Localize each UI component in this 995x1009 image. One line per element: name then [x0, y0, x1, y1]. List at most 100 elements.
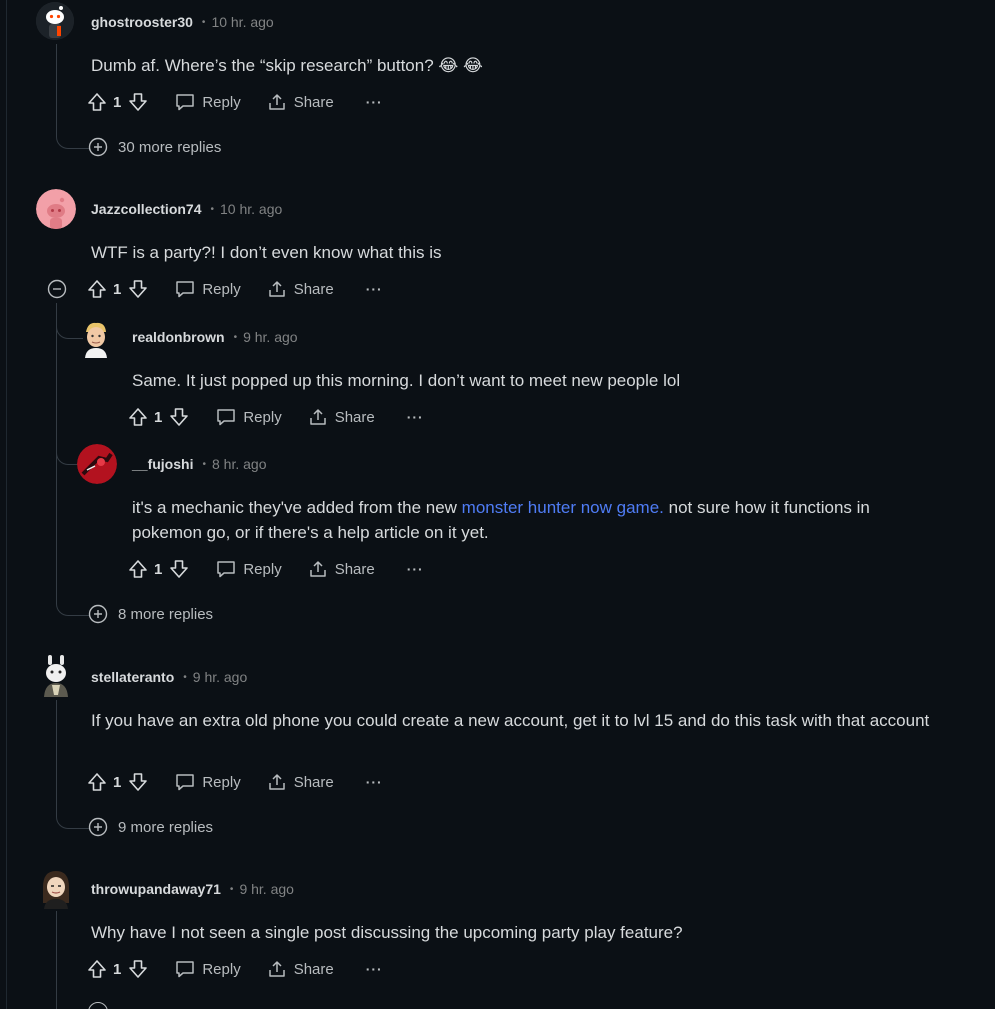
more-replies-label: 30 more replies [118, 138, 222, 156]
comment-body: it's a mechanic they've added from the n… [132, 495, 932, 545]
thread-connector [56, 601, 89, 616]
avatar[interactable] [36, 2, 74, 40]
vote-score: 1 [154, 560, 163, 578]
share-button[interactable]: Share [308, 559, 375, 579]
more-replies-link[interactable]: 30 more replies [88, 137, 221, 157]
snoo-avatar-icon [36, 2, 74, 40]
user-avatar-icon [44, 655, 68, 697]
upvote-icon[interactable] [86, 958, 108, 980]
more-options-button[interactable]: ··· [366, 281, 383, 297]
expand-icon [88, 604, 108, 624]
share-label: Share [293, 773, 334, 791]
reply-button[interactable]: Reply [216, 408, 282, 426]
more-replies-link[interactable]: 9 more replies [88, 817, 213, 837]
comment-body: WTF is a party?! I don’t even know what … [91, 243, 442, 262]
downvote-icon[interactable] [127, 958, 149, 980]
share-button[interactable]: Share [267, 279, 334, 299]
timestamp[interactable]: 10 hr. ago [211, 14, 273, 30]
username[interactable]: __fujoshi [132, 456, 193, 472]
reply-icon [216, 560, 236, 578]
comment-thread: ghostrooster30 • 10 hr. ago Dumb af. Whe… [0, 0, 995, 1009]
avatar[interactable] [80, 320, 112, 358]
more-options-button[interactable]: ··· [407, 561, 424, 577]
share-icon [267, 772, 287, 792]
comment-actions: 1 Reply Share ··· [127, 555, 424, 583]
timestamp[interactable]: 9 hr. ago [239, 881, 294, 897]
reply-button[interactable]: Reply [175, 93, 241, 111]
reply-button[interactable]: Reply [175, 280, 241, 298]
meta-separator: • [229, 883, 234, 895]
vote-score: 1 [113, 280, 122, 298]
expand-icon[interactable] [88, 1002, 108, 1009]
share-label: Share [334, 560, 375, 578]
share-icon [308, 407, 328, 427]
comment-body: If you have an extra old phone you could… [91, 711, 930, 730]
reply-button[interactable]: Reply [175, 773, 241, 791]
downvote-icon[interactable] [127, 91, 149, 113]
upvote-icon[interactable] [127, 558, 149, 580]
reply-label: Reply [202, 93, 241, 111]
comment-actions: 1 Reply Share ··· [127, 403, 424, 431]
more-options-button[interactable]: ··· [366, 774, 383, 790]
avatar[interactable] [77, 444, 117, 484]
snoo-avatar-icon [36, 189, 76, 229]
expand-icon [88, 817, 108, 837]
avatar[interactable] [38, 867, 74, 909]
more-options-button[interactable]: ··· [407, 409, 424, 425]
share-label: Share [334, 408, 375, 426]
comment-body: Dumb af. Where’s the “skip research” but… [91, 56, 483, 75]
downvote-icon[interactable] [168, 558, 190, 580]
page-edge-divider [6, 0, 7, 1009]
more-replies-link[interactable]: 8 more replies [88, 604, 213, 624]
comment-body: Why have I not seen a single post discus… [91, 923, 683, 942]
username[interactable]: realdonbrown [132, 329, 225, 345]
comment-meta: stellateranto • 9 hr. ago [91, 667, 247, 687]
share-button[interactable]: Share [308, 407, 375, 427]
upvote-icon[interactable] [86, 278, 108, 300]
expand-icon [88, 137, 108, 157]
comment-link[interactable]: monster hunter now game. [462, 498, 664, 517]
share-button[interactable]: Share [267, 92, 334, 112]
reply-button[interactable]: Reply [175, 960, 241, 978]
username[interactable]: Jazzcollection74 [91, 201, 202, 217]
meta-separator: • [233, 331, 238, 343]
share-button[interactable]: Share [267, 772, 334, 792]
timestamp[interactable]: 9 hr. ago [193, 669, 248, 685]
avatar[interactable] [38, 655, 74, 697]
user-avatar-icon [77, 444, 117, 484]
collapse-thread-icon[interactable] [47, 279, 67, 304]
timestamp[interactable]: 8 hr. ago [212, 456, 267, 472]
avatar[interactable] [36, 189, 76, 229]
username[interactable]: throwupandaway71 [91, 881, 221, 897]
meta-separator: • [183, 671, 187, 683]
reply-label: Reply [202, 960, 241, 978]
upvote-icon[interactable] [86, 771, 108, 793]
vote-score: 1 [113, 960, 122, 978]
reply-icon [175, 960, 195, 978]
timestamp[interactable]: 9 hr. ago [243, 329, 298, 345]
reply-label: Reply [243, 408, 282, 426]
timestamp[interactable]: 10 hr. ago [220, 201, 282, 217]
thread-line [56, 700, 57, 814]
meta-separator: • [201, 16, 206, 28]
upvote-icon[interactable] [86, 91, 108, 113]
upvote-icon[interactable] [127, 406, 149, 428]
reply-label: Reply [202, 280, 241, 298]
more-options-button[interactable]: ··· [366, 961, 383, 977]
reply-button[interactable]: Reply [216, 560, 282, 578]
more-options-button[interactable]: ··· [366, 94, 383, 110]
username[interactable]: ghostrooster30 [91, 14, 193, 30]
comment-meta: Jazzcollection74 • 10 hr. ago [91, 199, 282, 219]
share-button[interactable]: Share [267, 959, 334, 979]
reply-label: Reply [202, 773, 241, 791]
downvote-icon[interactable] [127, 278, 149, 300]
thread-line [56, 911, 57, 1009]
share-label: Share [293, 280, 334, 298]
downvote-icon[interactable] [127, 771, 149, 793]
share-icon [267, 92, 287, 112]
username[interactable]: stellateranto [91, 669, 174, 685]
downvote-icon[interactable] [168, 406, 190, 428]
comment-actions: 1 Reply Share ··· [86, 768, 383, 796]
comment-meta: ghostrooster30 • 10 hr. ago [91, 12, 274, 32]
comment-meta: __fujoshi • 8 hr. ago [132, 454, 266, 474]
